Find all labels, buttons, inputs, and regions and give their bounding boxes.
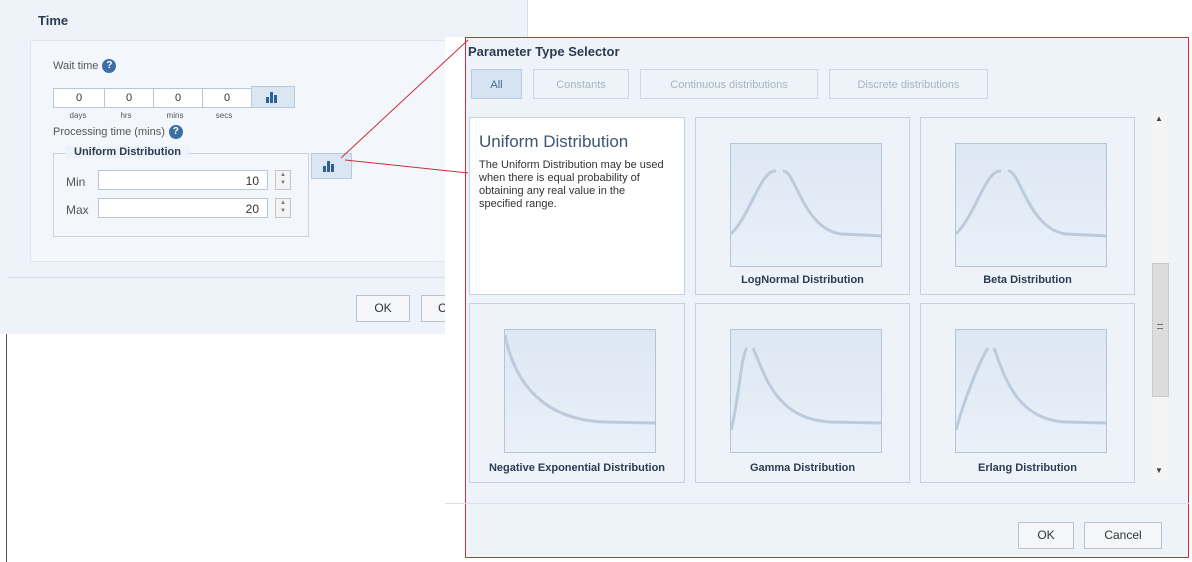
unit-days: days [69, 111, 87, 120]
tab-continuous-distributions[interactable]: Continuous distributions [640, 69, 818, 99]
max-spinner-icon[interactable]: ▲ ▼ [275, 198, 291, 218]
negative-exponential-card-label: Negative Exponential Distribution [488, 462, 666, 474]
tab-all[interactable]: All [471, 69, 522, 99]
wait-distribution-button[interactable] [251, 86, 295, 108]
tab-discrete-distributions[interactable]: Discrete distributions [829, 69, 988, 99]
selector-title: Parameter Type Selector [468, 44, 620, 59]
wait-hours-input[interactable]: 0 [104, 88, 154, 108]
processing-distribution-button[interactable] [311, 153, 352, 179]
scroll-grip-icon [1157, 324, 1163, 329]
lognormal-card-label: LogNormal Distribution [741, 274, 864, 286]
gamma-distribution-card[interactable]: Gamma Distribution [695, 303, 910, 483]
wait-time-row: Wait time? [53, 59, 117, 73]
unit-secs: secs [215, 111, 233, 120]
beta-curve-icon [955, 143, 1107, 267]
erlang-curve-icon [955, 329, 1107, 453]
selector-ok-button[interactable]: OK [1018, 522, 1074, 549]
time-dialog-title: Time [38, 13, 69, 28]
gamma-curve-icon [730, 329, 882, 453]
wait-mins-input[interactable]: 0 [153, 88, 203, 108]
help-icon[interactable]: ? [102, 59, 117, 73]
scroll-thumb[interactable] [1152, 263, 1169, 397]
scroll-up-icon[interactable]: ▲ [1155, 114, 1163, 123]
negative-exponential-distribution-card[interactable]: Negative Exponential Distribution [469, 303, 685, 483]
min-spinner-icon[interactable]: ▲ ▼ [275, 170, 291, 190]
processing-time-row: Processing time (mins)? [53, 125, 183, 139]
beta-card-label: Beta Distribution [983, 274, 1072, 286]
wait-days-input[interactable]: 0 [53, 88, 105, 108]
footer-divider [8, 277, 448, 278]
help-icon[interactable]: ? [168, 125, 183, 139]
lognormal-distribution-card[interactable]: LogNormal Distribution [695, 117, 910, 295]
tab-constants[interactable]: Constants [533, 69, 629, 99]
max-input[interactable]: 20 [98, 198, 268, 218]
selector-cancel-button[interactable]: Cancel [1084, 522, 1162, 549]
wait-secs-input[interactable]: 0 [202, 88, 252, 108]
uniform-distribution-card[interactable]: Uniform Distribution The Uniform Distrib… [469, 117, 685, 295]
erlang-distribution-card[interactable]: Erlang Distribution [920, 303, 1135, 483]
uniform-distribution-group [53, 153, 309, 237]
time-ok-button[interactable]: OK [356, 295, 410, 322]
window-edge [6, 334, 7, 562]
selector-footer-divider [445, 503, 1189, 504]
unit-hrs: hrs [120, 111, 132, 120]
gamma-card-label: Gamma Distribution [749, 462, 856, 474]
lognormal-curve-icon [730, 143, 882, 267]
uniform-card-heading: Uniform Distribution [479, 132, 629, 151]
min-input[interactable]: 10 [98, 170, 268, 190]
uniform-card-description: The Uniform Distribution may be used whe… [479, 159, 664, 210]
beta-distribution-card[interactable]: Beta Distribution [920, 117, 1135, 295]
unit-mins: mins [166, 111, 184, 120]
exponential-curve-icon [504, 329, 656, 453]
max-label: Max [66, 203, 89, 217]
uniform-group-title: Uniform Distribution [66, 146, 189, 158]
scroll-down-icon[interactable]: ▼ [1155, 466, 1163, 475]
erlang-card-label: Erlang Distribution [978, 462, 1077, 474]
processing-time-label: Processing time (mins) [53, 125, 165, 138]
min-label: Min [66, 175, 86, 189]
wait-time-label: Wait time [53, 59, 99, 72]
